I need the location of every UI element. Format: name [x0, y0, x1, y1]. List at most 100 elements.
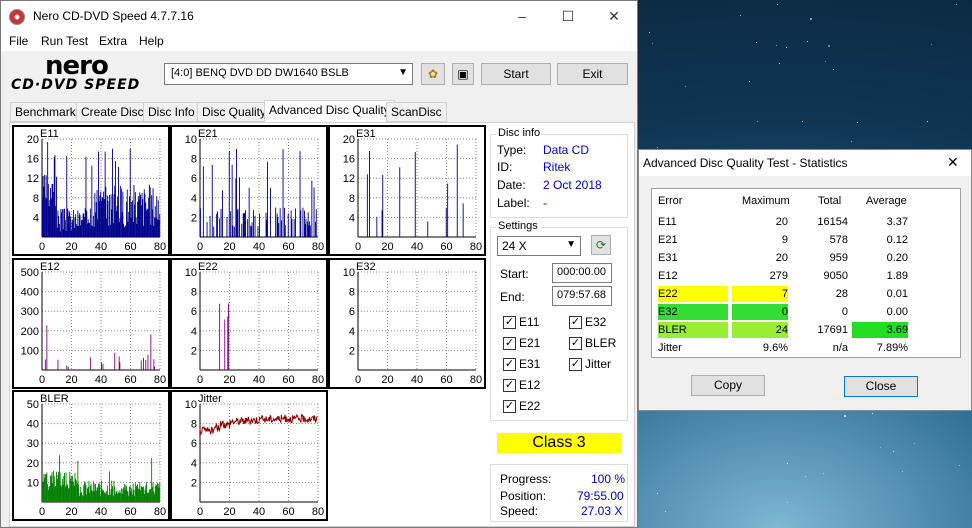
chart-bar — [291, 218, 293, 237]
x-tick-label: 0 — [39, 506, 45, 518]
menu-file[interactable]: File — [9, 34, 28, 48]
tab-disc-info[interactable]: Disc Info — [143, 102, 200, 122]
chart-bar — [46, 472, 48, 502]
chart-bar — [382, 174, 384, 237]
stat-cell: 7 — [732, 286, 788, 302]
chart-bar — [236, 149, 237, 237]
chart-bar — [109, 494, 111, 502]
chart-bar — [64, 208, 65, 237]
start-label: Start: — [500, 267, 529, 281]
maximize-button[interactable]: ☐ — [545, 1, 591, 31]
y-tick-label: 20 — [343, 134, 355, 146]
chart-bar — [295, 208, 296, 237]
checkbox-label: E11 — [519, 315, 540, 329]
start-button[interactable]: Start — [481, 63, 551, 85]
checkbox-e12[interactable]: ✓ — [503, 379, 516, 392]
star-decoration — [926, 120, 928, 122]
x-tick-label: 80 — [154, 241, 166, 253]
chart-bar — [54, 155, 56, 237]
tab-create-disc[interactable]: Create Disc — [76, 102, 149, 122]
chart-bar — [129, 486, 130, 502]
tab-benchmark[interactable]: Benchmark — [10, 102, 81, 122]
y-tick-label: 4 — [349, 326, 355, 338]
chevron-down-icon: ▼ — [566, 239, 576, 250]
statistics-title: Advanced Disc Quality Test - Statistics — [643, 156, 848, 170]
end-time-field[interactable]: 079:57.68 — [552, 286, 612, 306]
chart-e21: 0 20 40 60 80 2 4 6 8 10 E21 — [170, 125, 328, 256]
checkbox-e21[interactable]: ✓ — [503, 337, 516, 350]
chart-bar — [137, 201, 138, 237]
chart-bar — [115, 493, 116, 502]
checkbox-e31[interactable]: ✓ — [503, 358, 516, 371]
star-decoration — [649, 31, 651, 33]
checkbox-jitter[interactable]: ✓ — [569, 358, 582, 371]
menu-run-test[interactable]: Run Test — [41, 34, 88, 48]
copy-button[interactable]: Copy — [691, 375, 765, 396]
close-dialog-button[interactable]: Close — [844, 376, 918, 397]
exit-button[interactable]: Exit — [557, 63, 628, 85]
x-tick-label: 40 — [95, 506, 107, 518]
checkbox-e32[interactable]: ✓ — [569, 316, 582, 329]
x-tick-label: 80 — [470, 374, 482, 386]
x-tick-label: 60 — [282, 374, 294, 386]
title-bar: Nero CD-DVD Speed 4.7.7.16 – ☐ ✕ — [1, 1, 637, 31]
chart-bar — [159, 213, 161, 237]
chart-bar — [287, 213, 289, 237]
x-tick-label: 60 — [282, 241, 294, 253]
stat-cell: 0 — [841, 306, 848, 318]
menu-help[interactable]: Help — [139, 34, 164, 48]
menu-extra[interactable]: Extra — [99, 34, 127, 48]
drive-config-button[interactable]: ✿ — [421, 63, 445, 85]
y-tick-label: 300 — [21, 306, 39, 318]
checkbox-e11[interactable]: ✓ — [503, 316, 516, 329]
chart-bar — [219, 303, 221, 370]
chart-e22: 0 20 40 60 80 2 4 6 8 10 E22 — [170, 258, 328, 389]
star-decoration — [822, 472, 824, 474]
statistics-close-x-button[interactable]: ✕ — [947, 154, 959, 171]
statistics-title-bar: Advanced Disc Quality Test - Statistics … — [639, 150, 971, 176]
chart-bar — [245, 210, 246, 237]
star-decoration — [785, 46, 787, 48]
chart-bar — [58, 216, 60, 237]
checkbox-e22[interactable]: ✓ — [503, 400, 516, 413]
chart-bar — [143, 357, 144, 370]
y-tick-label: 500 — [21, 267, 39, 279]
close-button[interactable]: ✕ — [591, 1, 637, 31]
save-button[interactable]: ▣ — [452, 63, 474, 85]
tab-disc-quality[interactable]: Disc Quality — [197, 102, 272, 122]
start-time-field[interactable]: 000:00.00 — [552, 263, 612, 283]
chart-bar — [84, 216, 85, 237]
checkbox-bler[interactable]: ✓ — [569, 337, 582, 350]
checkbox-label: E31 — [519, 357, 541, 371]
tab-scandisc[interactable]: ScanDisc — [386, 102, 447, 122]
chart-bar — [99, 485, 101, 502]
x-tick-label: 80 — [154, 374, 166, 386]
y-tick-label: 12 — [27, 173, 39, 185]
chart-bar — [52, 483, 54, 502]
checkbox-label: E32 — [585, 315, 607, 329]
chart-bler: 0 20 40 60 80 10 20 30 40 50 BLER — [12, 390, 170, 521]
progress-value: 100 % — [591, 472, 626, 486]
refresh-icon: ⟳ — [595, 238, 607, 252]
chart-bar — [72, 475, 74, 502]
x-tick-label: 80 — [470, 241, 482, 253]
tab-advanced-disc-quality[interactable]: Advanced Disc Quality — [264, 100, 395, 123]
chart-bar — [145, 360, 147, 370]
x-tick-label: 0 — [39, 241, 45, 253]
chart-bar — [78, 226, 79, 237]
drive-select[interactable]: [4:0] BENQ DVD DD DW1640 BSLB ▼ — [164, 63, 413, 85]
chart-bar — [159, 483, 161, 502]
chart-bar — [281, 220, 282, 237]
stat-cell: 16154 — [817, 216, 848, 228]
chart-bar — [447, 183, 449, 237]
chart-bar — [91, 490, 93, 502]
stat-row-name: E31 — [658, 252, 678, 264]
settings-title: Settings — [496, 220, 540, 232]
refresh-speed-button[interactable]: ⟳ — [591, 235, 611, 255]
minimize-button[interactable]: – — [499, 1, 545, 31]
chart-bar — [311, 180, 313, 237]
chart-e12: 0 20 40 60 80 100 200 300 400 500 E12 — [12, 258, 170, 389]
speed-select[interactable]: 24 X ▼ — [497, 236, 581, 256]
chart-bar — [58, 471, 60, 502]
x-tick-label: 0 — [355, 374, 361, 386]
